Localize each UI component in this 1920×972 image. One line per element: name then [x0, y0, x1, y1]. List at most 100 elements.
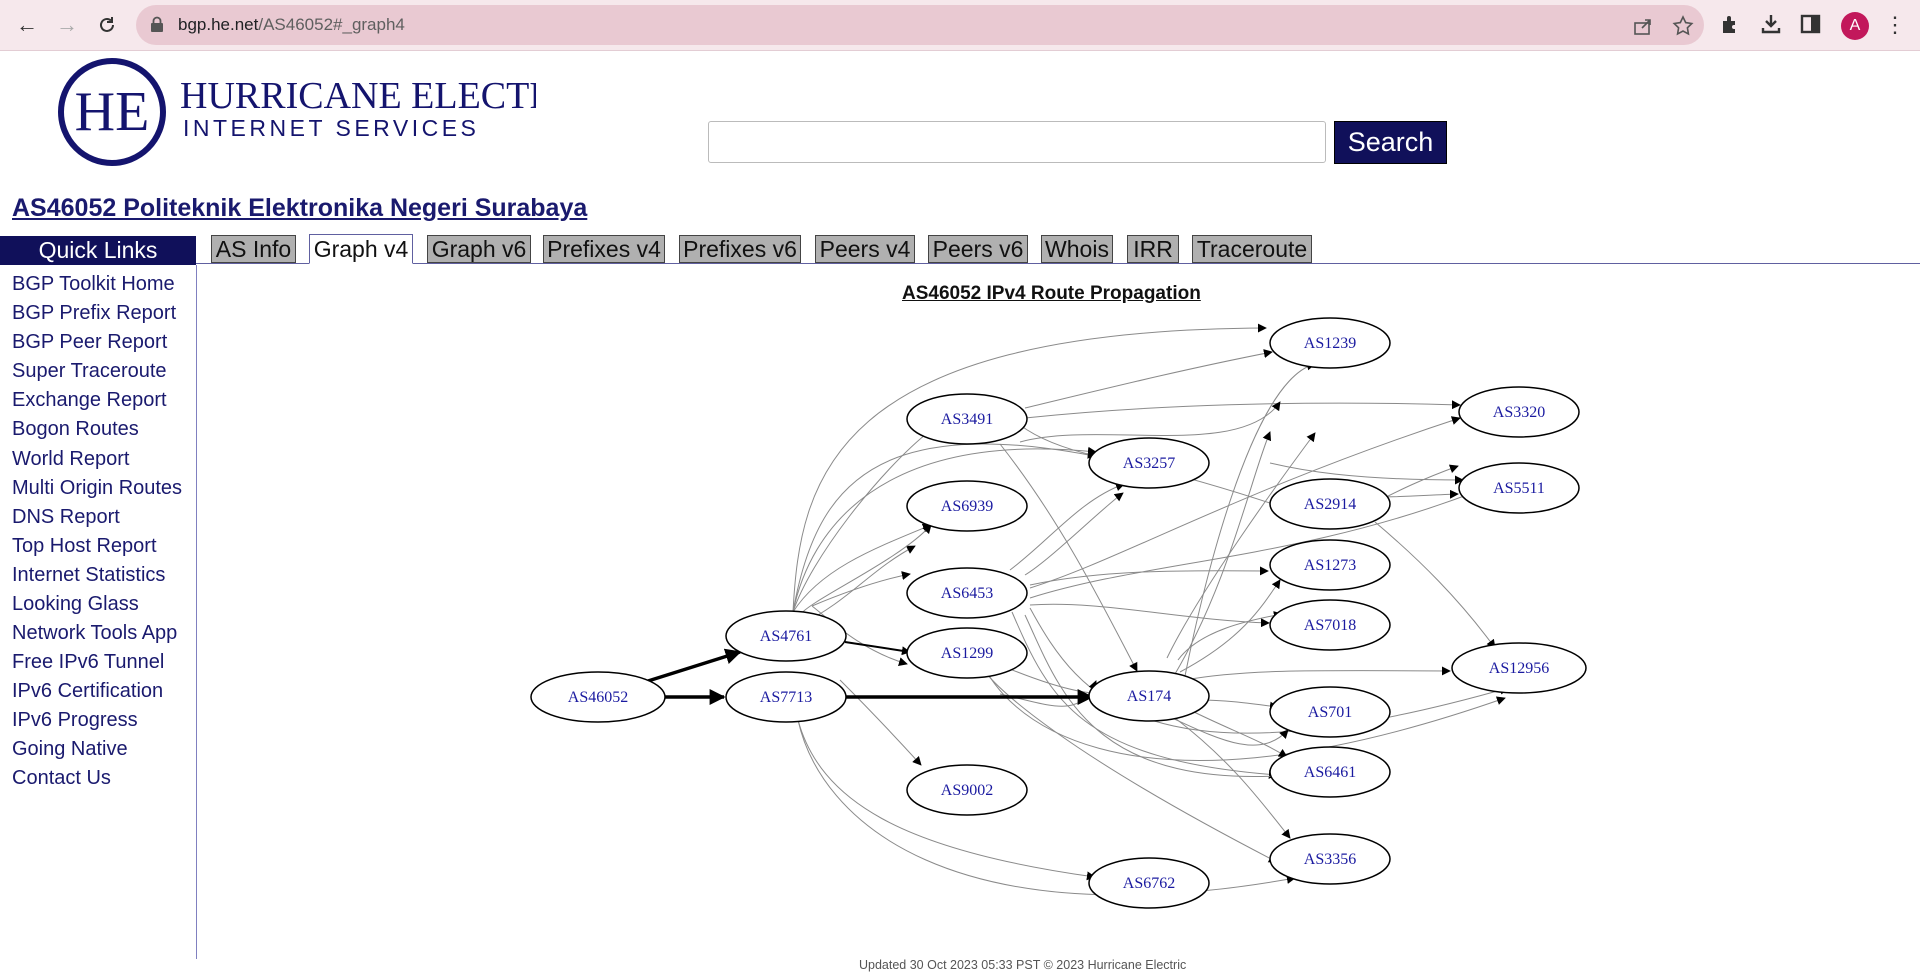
reload-icon[interactable] — [93, 11, 121, 39]
sidebar-link-multi-origin-routes[interactable]: Multi Origin Routes — [12, 477, 182, 500]
graph-edge — [1374, 521, 1496, 649]
sidebar-link-looking-glass[interactable]: Looking Glass — [12, 593, 139, 616]
graph-edge — [792, 443, 1283, 613]
graph-node-as6461[interactable]: AS6461 — [1269, 746, 1391, 798]
url-text: bgp.he.net/AS46052#_graph4 — [178, 15, 405, 34]
graph-node-label[interactable]: AS7713 — [760, 689, 812, 706]
footer-text: Updated 30 Oct 2023 05:33 PST © 2023 Hur… — [859, 958, 1187, 972]
tab-peers-v6[interactable]: Peers v6 — [928, 235, 1028, 263]
forward-icon[interactable]: → — [53, 11, 81, 39]
search-input[interactable] — [708, 121, 1326, 163]
graph-edge — [811, 571, 911, 607]
sidebar-link-internet-statistics[interactable]: Internet Statistics — [12, 564, 165, 587]
graph-node-as701[interactable]: AS701 — [1269, 686, 1391, 738]
graph-edge — [839, 679, 922, 766]
sidebar-link-top-host-report[interactable]: Top Host Report — [12, 535, 157, 558]
menu-kebab-icon[interactable]: ⋮ — [1884, 12, 1906, 40]
downloads-icon[interactable] — [1759, 12, 1785, 38]
graph-node-as3257[interactable]: AS3257 — [1088, 437, 1210, 489]
graph-node-as46052[interactable]: AS46052 — [530, 671, 666, 723]
tab-as-info[interactable]: AS Info — [211, 235, 296, 263]
hurricane-electric-logo[interactable]: HE HURRICANE ELECTRIC INTERNET SERVICES — [56, 58, 593, 168]
lock-icon[interactable] — [150, 16, 164, 38]
sidebar-link-bgp-peer-report[interactable]: BGP Peer Report — [12, 331, 167, 354]
graph-node-as2914[interactable]: AS2914 — [1269, 478, 1391, 530]
back-icon[interactable]: ← — [13, 11, 41, 39]
sidebar-link-ipv6-certification[interactable]: IPv6 Certification — [12, 680, 163, 703]
search-button[interactable]: Search — [1334, 121, 1447, 164]
tab-graph-v4[interactable]: Graph v4 — [309, 234, 413, 264]
tab-graph-v6[interactable]: Graph v6 — [427, 235, 531, 263]
graph-node-as174[interactable]: AS174 — [1088, 670, 1210, 722]
graph-edge — [1184, 666, 1451, 681]
bookmark-star-icon[interactable] — [1672, 15, 1694, 37]
tab-irr[interactable]: IRR — [1127, 235, 1179, 263]
graph-node-label[interactable]: AS5511 — [1493, 480, 1545, 497]
graph-node-label[interactable]: AS1239 — [1304, 335, 1356, 352]
graph-node-as4761[interactable]: AS4761 — [725, 610, 847, 662]
profile-avatar[interactable]: A — [1841, 12, 1869, 40]
graph-node-as7713[interactable]: AS7713 — [725, 671, 847, 723]
graph-node-label[interactable]: AS6762 — [1123, 875, 1175, 892]
graph-node-as6762[interactable]: AS6762 — [1088, 857, 1210, 909]
graph-node-as7018[interactable]: AS7018 — [1269, 599, 1391, 651]
share-icon[interactable] — [1632, 15, 1654, 37]
sidebar: BGP Toolkit Home BGP Prefix Report BGP P… — [0, 265, 197, 959]
graph-node-as9002[interactable]: AS9002 — [906, 764, 1028, 816]
tab-whois[interactable]: Whois — [1041, 235, 1113, 263]
sidebar-link-super-traceroute[interactable]: Super Traceroute — [12, 360, 167, 383]
graph-node-label[interactable]: AS6939 — [941, 498, 993, 515]
graph-edge — [844, 641, 911, 656]
graph-node-label[interactable]: AS2914 — [1304, 496, 1356, 513]
sidebar-link-free-ipv6-tunnel[interactable]: Free IPv6 Tunnel — [12, 651, 164, 674]
sidebar-link-exchange-report[interactable]: Exchange Report — [12, 389, 167, 412]
graph-node-as5511[interactable]: AS5511 — [1458, 462, 1580, 514]
graph-node-as3491[interactable]: AS3491 — [906, 393, 1028, 445]
sidebar-link-bogon-routes[interactable]: Bogon Routes — [12, 418, 139, 441]
side-panel-icon[interactable] — [1799, 12, 1825, 38]
graph-node-label[interactable]: AS46052 — [568, 689, 628, 706]
graph-node-label[interactable]: AS1273 — [1304, 557, 1356, 574]
graph-node-label[interactable]: AS6453 — [941, 585, 993, 602]
graph-node-as1299[interactable]: AS1299 — [906, 627, 1028, 679]
graph-edge — [1029, 488, 1481, 599]
graph-node-label[interactable]: AS9002 — [941, 782, 993, 799]
address-bar[interactable]: bgp.he.net/AS46052#_graph4 — [136, 5, 1704, 45]
sidebar-link-ipv6-progress[interactable]: IPv6 Progress — [12, 709, 138, 732]
sidebar-link-contact-us[interactable]: Contact Us — [12, 767, 111, 790]
sidebar-link-network-tools-app[interactable]: Network Tools App — [12, 622, 177, 645]
graph-node-as1273[interactable]: AS1273 — [1269, 539, 1391, 591]
page-title[interactable]: AS46052 Politeknik Elektronika Negeri Su… — [12, 194, 587, 223]
graph-edge — [1199, 699, 1279, 711]
graph-node-label[interactable]: AS3257 — [1123, 455, 1175, 472]
browser-toolbar: ← → bgp.he.net/AS46052#_graph4 A ⋮ — [0, 0, 1920, 51]
graph-node-as1239[interactable]: AS1239 — [1269, 317, 1391, 369]
sidebar-link-bgp-toolkit-home[interactable]: BGP Toolkit Home — [12, 273, 175, 296]
graph-node-label[interactable]: AS1299 — [941, 645, 993, 662]
tab-prefixes-v4[interactable]: Prefixes v4 — [543, 235, 665, 263]
extensions-icon[interactable] — [1719, 12, 1745, 38]
quick-links-header: Quick Links — [0, 236, 196, 265]
graph-node-as3356[interactable]: AS3356 — [1269, 833, 1391, 885]
sidebar-link-going-native[interactable]: Going Native — [12, 738, 128, 761]
graph-node-label[interactable]: AS174 — [1127, 688, 1171, 705]
graph-node-label[interactable]: AS3320 — [1493, 404, 1545, 421]
sidebar-link-dns-report[interactable]: DNS Report — [12, 506, 120, 529]
graph-node-label[interactable]: AS6461 — [1304, 764, 1356, 781]
sidebar-link-bgp-prefix-report[interactable]: BGP Prefix Report — [12, 302, 176, 325]
tab-prefixes-v6[interactable]: Prefixes v6 — [679, 235, 801, 263]
tab-peers-v4[interactable]: Peers v4 — [815, 235, 915, 263]
graph-node-label[interactable]: AS3356 — [1304, 851, 1356, 868]
graph-node-label[interactable]: AS7018 — [1304, 617, 1356, 634]
tab-traceroute[interactable]: Traceroute — [1192, 235, 1312, 263]
graph-node-label[interactable]: AS701 — [1308, 704, 1352, 721]
graph-node-as3320[interactable]: AS3320 — [1458, 386, 1580, 438]
graph-node-as6939[interactable]: AS6939 — [906, 480, 1028, 532]
graph-node-label[interactable]: AS12956 — [1489, 660, 1549, 677]
sidebar-link-world-report[interactable]: World Report — [12, 448, 129, 471]
graph-edge — [1269, 462, 1464, 485]
graph-node-label[interactable]: AS3491 — [941, 411, 993, 428]
graph-node-as6453[interactable]: AS6453 — [906, 567, 1028, 619]
graph-node-label[interactable]: AS4761 — [760, 628, 812, 645]
graph-node-as12956[interactable]: AS12956 — [1451, 642, 1587, 694]
